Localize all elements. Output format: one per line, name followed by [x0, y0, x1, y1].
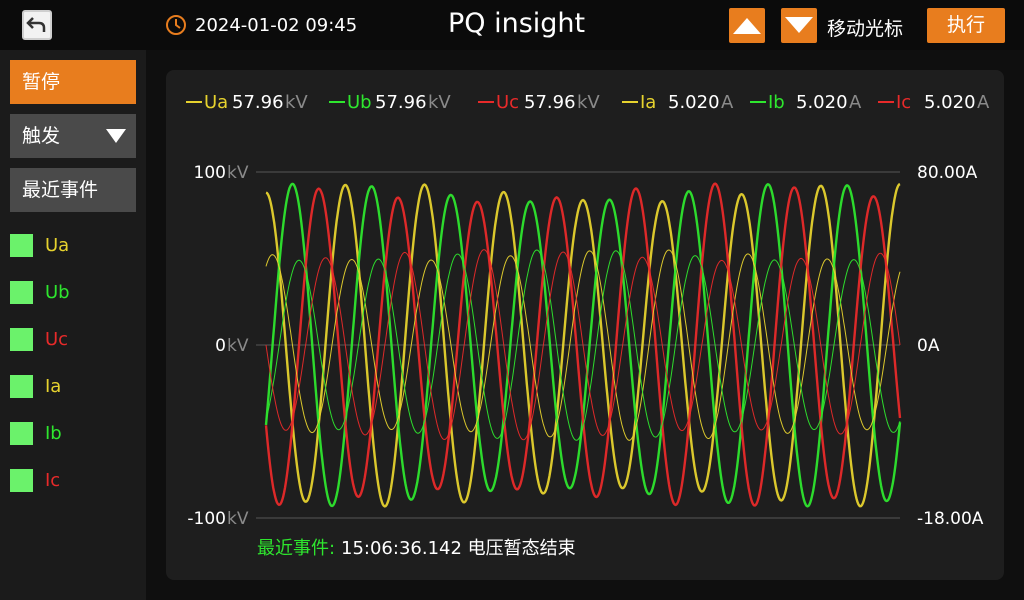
- channel-checkbox[interactable]: [10, 281, 33, 304]
- triangle-down-icon: [785, 17, 813, 33]
- channel-label: Ib: [45, 423, 62, 444]
- channel-checkbox[interactable]: [10, 234, 33, 257]
- right-tick-label: 0A: [917, 336, 940, 356]
- execute-button[interactable]: 执行: [927, 8, 1005, 43]
- readout-unit: kV: [428, 92, 451, 113]
- left-tick-value: 0: [215, 336, 226, 356]
- move-cursor-label: 移动光标: [827, 18, 904, 40]
- readout-unit: kV: [577, 92, 600, 113]
- readout-value: 57.96: [232, 92, 284, 113]
- channel-label: Ic: [45, 470, 61, 491]
- back-arrow-icon: [26, 17, 46, 32]
- pause-button[interactable]: 暂停: [10, 60, 136, 104]
- right-tick-label: 80.00A: [917, 163, 978, 183]
- readout-value: 5.020: [924, 92, 976, 113]
- readout-name: Ub: [347, 92, 372, 113]
- readout-name: Uc: [496, 92, 519, 113]
- readout-name: Ib: [768, 92, 785, 113]
- cursor-down-button[interactable]: [781, 8, 817, 43]
- recent-events-button[interactable]: 最近事件: [10, 168, 136, 212]
- clock-icon: [166, 15, 186, 35]
- readout-value: 57.96: [375, 92, 427, 113]
- channel-label: Ia: [45, 376, 62, 397]
- recent-event-label: 最近事件:: [257, 538, 335, 559]
- left-tick-unit: kV: [227, 509, 249, 529]
- readout-name: Ua: [204, 92, 228, 113]
- channel-checkbox[interactable]: [10, 375, 33, 398]
- readout-value: 57.96: [524, 92, 576, 113]
- readout-name: Ic: [896, 92, 911, 113]
- right-tick-label: -18.00A: [917, 509, 984, 529]
- triangle-up-icon: [733, 18, 761, 34]
- left-tick-value: -100: [187, 509, 226, 529]
- cursor-up-button[interactable]: [729, 8, 765, 43]
- recent-events-label: 最近事件: [22, 179, 99, 201]
- channel-checkbox[interactable]: [10, 328, 33, 351]
- left-tick-value: 100: [194, 163, 226, 183]
- waveform-panel: Ua 57.96 kV Ub 57.96 kV Uc 57.96 kV Ia 5.020 A Ib 5.0…: [166, 70, 1004, 580]
- channel-checkbox[interactable]: [10, 469, 33, 492]
- channel-checkbox[interactable]: [10, 422, 33, 445]
- waveform-chart: Ua 57.96 kV Ub 57.96 kV Uc 57.96 kV Ia 5.020 A Ib 5.0…: [186, 92, 990, 559]
- channel-label: Ub: [45, 282, 70, 303]
- pause-label: 暂停: [22, 71, 61, 93]
- left-tick-unit: kV: [227, 336, 249, 356]
- channel-label: Uc: [45, 329, 69, 350]
- datetime: 2024-01-02 09:45: [195, 15, 358, 36]
- top-bar: 2024-01-02 09:45 PQ insight 移动光标 执行: [0, 0, 1024, 50]
- readout-name: Ia: [640, 92, 656, 113]
- sidebar: 暂停 触发 最近事件 Ua Ub Uc Ia Ib Ic: [0, 50, 146, 600]
- readout-value: 5.020: [796, 92, 848, 113]
- readout-unit: A: [977, 92, 990, 113]
- chevron-down-icon: [106, 129, 126, 143]
- readout-value: 5.020: [668, 92, 720, 113]
- app-title: PQ insight: [448, 8, 586, 39]
- trigger-label: 触发: [22, 125, 61, 147]
- left-tick-unit: kV: [227, 163, 249, 183]
- readout-unit: kV: [285, 92, 308, 113]
- back-button[interactable]: [22, 10, 52, 40]
- readout-unit: A: [849, 92, 862, 113]
- channel-label: Ua: [45, 235, 70, 256]
- recent-event-text: 15:06:36.142 电压暂态结束: [341, 538, 576, 559]
- readout-unit: A: [721, 92, 734, 113]
- trigger-dropdown[interactable]: 触发: [10, 114, 136, 158]
